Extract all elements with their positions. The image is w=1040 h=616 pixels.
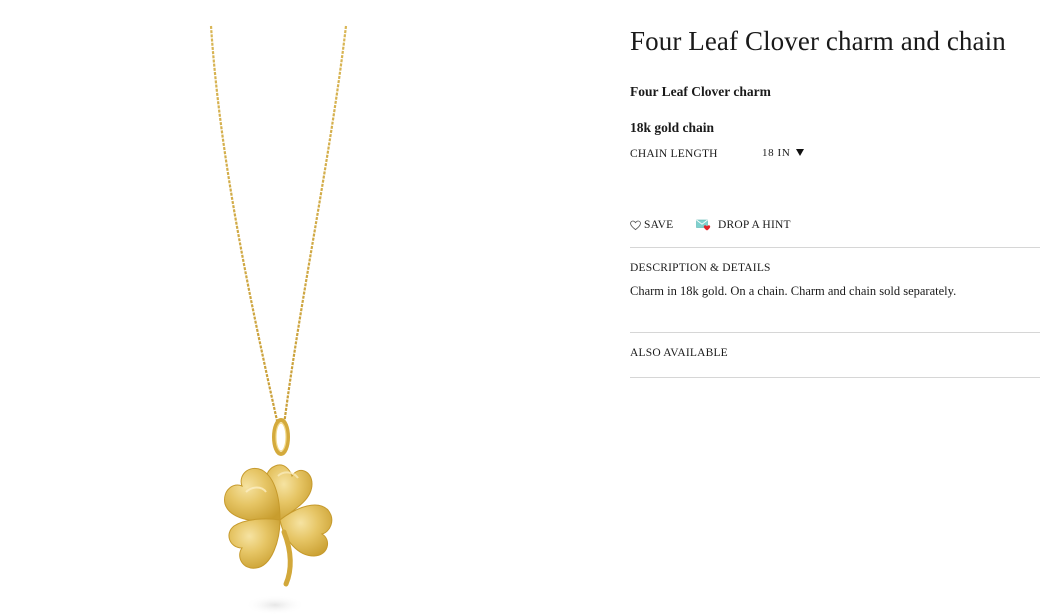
chain-length-select[interactable]: 18 IN bbox=[762, 147, 805, 159]
description-heading[interactable]: DESCRIPTION & DETAILS bbox=[630, 262, 771, 274]
heart-outline-icon bbox=[630, 220, 641, 230]
description-text: Charm in 18k gold. On a chain. Charm and… bbox=[630, 284, 957, 298]
clover-pendant-illustration bbox=[209, 25, 348, 615]
divider bbox=[630, 247, 1040, 248]
envelope-heart-icon bbox=[696, 219, 711, 231]
chain-right-strand bbox=[282, 25, 348, 426]
charm-name: Four Leaf Clover charm bbox=[630, 84, 771, 99]
caret-down-icon bbox=[796, 149, 805, 156]
divider bbox=[630, 332, 1040, 333]
chain-length-row: CHAIN LENGTH 18 IN bbox=[630, 147, 890, 163]
chain-name: 18k gold chain bbox=[630, 120, 715, 135]
save-button[interactable]: SAVE bbox=[630, 219, 673, 231]
product-image[interactable] bbox=[180, 0, 380, 616]
product-title: Four Leaf Clover charm and chain bbox=[630, 26, 1006, 56]
divider bbox=[630, 377, 1040, 378]
chain-length-label: CHAIN LENGTH bbox=[630, 148, 718, 160]
chain-length-value: 18 IN bbox=[762, 147, 791, 159]
drop-a-hint-button[interactable]: DROP A HINT bbox=[696, 219, 791, 231]
drop-a-hint-label: DROP A HINT bbox=[718, 219, 791, 231]
clover-charm bbox=[224, 464, 333, 587]
product-page: Four Leaf Clover charm and chain Four Le… bbox=[0, 0, 1040, 616]
also-available-heading[interactable]: ALSO AVAILABLE bbox=[630, 347, 728, 359]
save-label: SAVE bbox=[644, 219, 674, 231]
chain-left-strand bbox=[209, 25, 280, 426]
